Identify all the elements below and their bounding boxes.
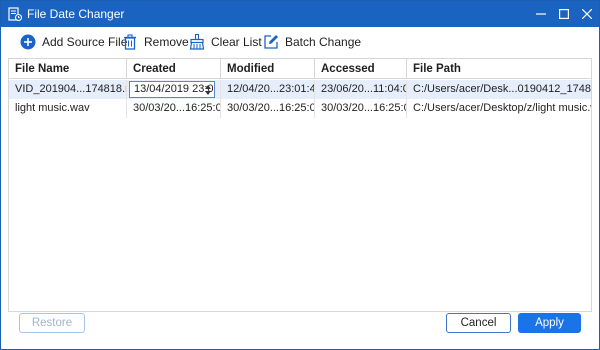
restore-button[interactable]: Restore [19, 313, 85, 333]
table-header: File Name Created Modified Accessed File… [9, 59, 591, 79]
minimize-icon[interactable] [532, 5, 550, 23]
app-window: File Date Changer Add Source File Remove… [0, 0, 600, 350]
table-row[interactable]: light music.wav 30/03/20...16:25:05 30/0… [9, 99, 591, 118]
column-header-file-path[interactable]: File Path [407, 59, 591, 79]
spin-down-icon[interactable] [205, 90, 211, 95]
add-source-file-button[interactable]: Add Source File [20, 33, 127, 51]
window-title: File Date Changer [27, 7, 125, 21]
add-source-file-label: Add Source File [42, 35, 128, 49]
cell-modified[interactable]: 30/03/20...16:25:06 [221, 99, 315, 118]
plus-circle-icon [20, 34, 36, 50]
remove-button[interactable]: Remove [122, 33, 189, 51]
calendar-file-icon [8, 7, 23, 22]
close-icon[interactable] [578, 5, 596, 23]
column-header-accessed[interactable]: Accessed [315, 59, 407, 79]
cell-file-name: VID_201904...174818.mp4 [9, 80, 127, 99]
column-header-modified[interactable]: Modified [221, 59, 315, 79]
cell-file-path: C:/Users/acer/Desk...0190412_174818.mp4 [413, 83, 591, 95]
trash-icon [122, 34, 138, 50]
column-header-file-name[interactable]: File Name [9, 59, 127, 79]
column-header-created[interactable]: Created [127, 59, 221, 79]
date-spinner[interactable] [202, 82, 214, 97]
toolbar: Add Source File Remove Clear List Batch … [1, 27, 599, 57]
edit-icon [263, 34, 279, 50]
spin-up-icon[interactable] [205, 84, 211, 89]
cell-file-name: light music.wav [9, 99, 127, 118]
remove-label: Remove [144, 35, 189, 49]
client-area: Add Source File Remove Clear List Batch … [1, 27, 599, 349]
batch-change-label: Batch Change [285, 35, 362, 49]
file-table: File Name Created Modified Accessed File… [8, 58, 592, 312]
cancel-button[interactable]: Cancel [446, 313, 511, 333]
maximize-icon[interactable] [555, 5, 573, 23]
cell-modified[interactable]: 12/04/20...23:01:46 [221, 80, 315, 99]
clear-list-label: Clear List [211, 35, 262, 49]
cell-accessed[interactable]: 23/06/20...11:04:03 [315, 80, 407, 99]
cell-file-path: C:/Users/acer/Desktop/z/light music.wav [413, 102, 591, 114]
table-row[interactable]: VID_201904...174818.mp4 13/04/2019 23:01… [9, 80, 591, 99]
apply-button[interactable]: Apply [518, 313, 581, 333]
title-bar[interactable]: File Date Changer [1, 1, 599, 27]
cell-created[interactable]: 30/03/20...16:25:05 [127, 99, 221, 118]
cell-accessed[interactable]: 30/03/20...16:25:06 [315, 99, 407, 118]
footer: Restore Cancel Apply [1, 313, 599, 349]
broom-icon [189, 34, 205, 50]
clear-list-button[interactable]: Clear List [189, 33, 262, 51]
batch-change-button[interactable]: Batch Change [263, 33, 361, 51]
